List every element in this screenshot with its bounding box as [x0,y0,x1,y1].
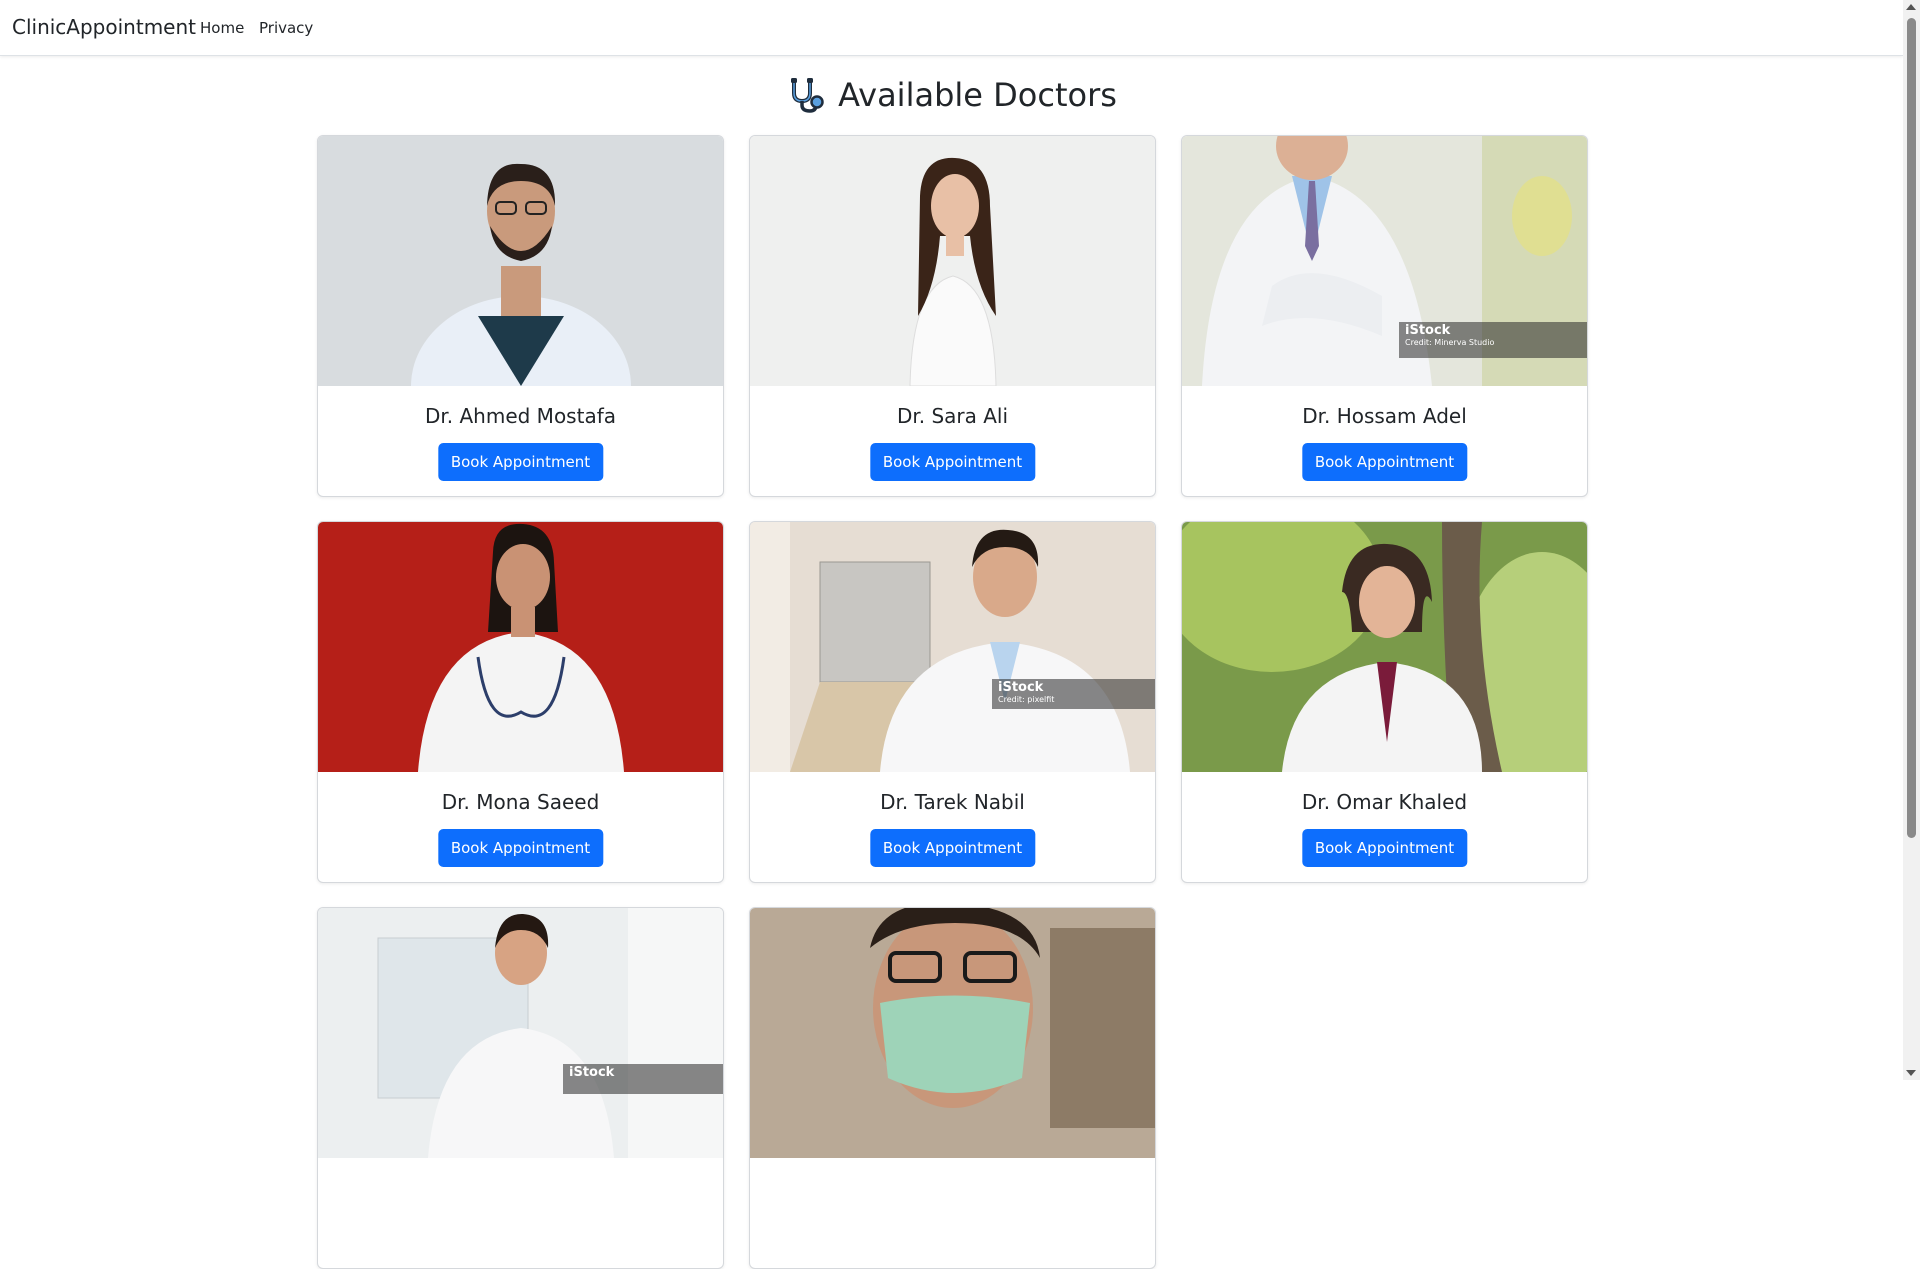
doctor-photo [750,908,1155,1158]
stethoscope-icon [791,78,824,113]
page-scrollbar[interactable] [1903,0,1920,1080]
book-appointment-button[interactable]: Book Appointment [869,443,1036,481]
doctor-card [749,907,1156,1269]
nav-link-home[interactable]: Home [200,19,244,37]
doctor-photo [1182,522,1587,772]
doctor-card: Dr. Mona Saeed Book Appointment [317,521,724,883]
book-appointment-button[interactable]: Book Appointment [437,443,604,481]
doctor-name: Dr. Tarek Nabil [880,790,1025,814]
doctor-name: Dr. Mona Saeed [441,790,600,814]
doctor-card: Dr. Omar Khaled Book Appointment [1181,521,1588,883]
book-appointment-button[interactable]: Book Appointment [1301,829,1468,867]
brand-link[interactable]: ClinicAppointment [12,15,196,39]
stock-watermark: iStock Credit: Minerva Studio [1399,322,1587,358]
book-appointment-button[interactable]: Book Appointment [437,829,604,867]
doctor-name: Dr. Sara Ali [896,404,1009,428]
doctor-card: iStock Credit: Minerva Studio Dr. Hossam… [1181,135,1588,497]
doctor-photo [750,136,1155,386]
page-header: Available Doctors [0,70,1903,120]
book-appointment-button[interactable]: Book Appointment [1301,443,1468,481]
nav-link-privacy[interactable]: Privacy [259,19,313,37]
stock-watermark: iStock [563,1064,723,1094]
doctor-photo [750,522,1155,772]
scroll-down-arrow-icon[interactable] [1906,1070,1916,1076]
doctor-card: Dr. Ahmed Mostafa Book Appointment [317,135,724,497]
doctor-card: iStock Credit: pixelfit Dr. Tarek Nabil … [749,521,1156,883]
doctor-name: Dr. Hossam Adel [1302,404,1467,428]
doctor-name: Dr. Ahmed Mostafa [424,404,616,428]
doctor-photo [318,136,723,386]
doctor-name: Dr. Omar Khaled [1301,790,1468,814]
doctor-photo [318,908,723,1158]
doctor-card: iStock [317,907,724,1269]
book-appointment-button[interactable]: Book Appointment [869,829,1036,867]
scroll-up-arrow-icon[interactable] [1906,4,1916,10]
doctor-card: Dr. Sara Ali Book Appointment [749,135,1156,497]
top-navbar: ClinicAppointment Home Privacy [0,0,1903,56]
doctor-photo [318,522,723,772]
page-title: Available Doctors [838,76,1117,114]
scrollbar-thumb[interactable] [1907,18,1916,838]
stock-watermark: iStock Credit: pixelfit [992,679,1155,709]
